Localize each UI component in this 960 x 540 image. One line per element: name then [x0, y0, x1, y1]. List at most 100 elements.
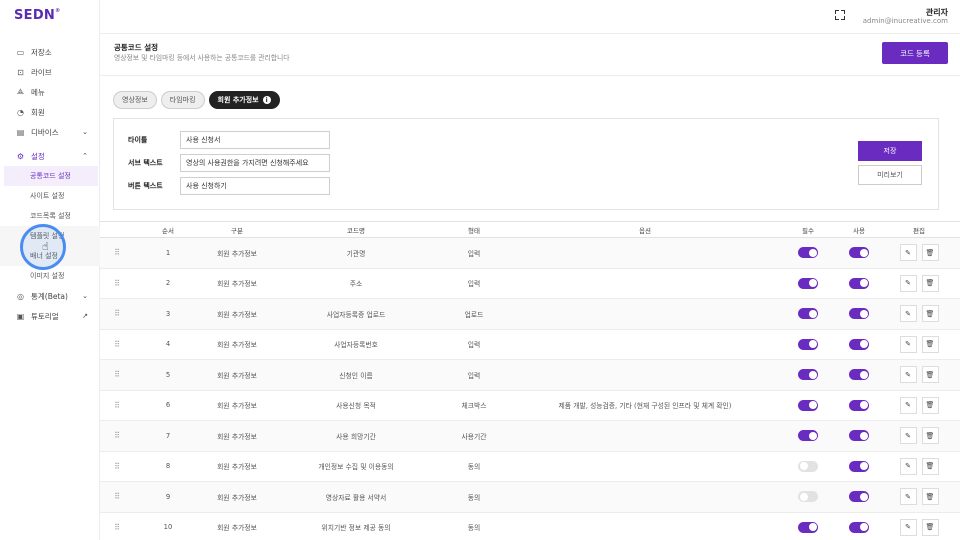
row-order: 9: [165, 492, 171, 501]
table-row[interactable]: ⠿ 8 회원 추가정보 개인정보 수집 및 이용동의 동의 ✎ 🗑: [100, 452, 960, 482]
delete-trash-icon[interactable]: 🗑: [921, 366, 939, 384]
table-body: ⠿ 1 회원 추가정보 기관명 입력 ✎ 🗑 ⠿ 2 회원 추가정보 주소 입력 ✎ 🗑 ⠿ 3 회원 추가정보…: [100, 238, 960, 540]
drag-handle-icon[interactable]: ⠿: [100, 462, 134, 471]
edit-pencil-icon[interactable]: ✎: [899, 366, 917, 384]
use-toggle[interactable]: [849, 491, 869, 503]
tab-time-marking[interactable]: 타임마킹: [160, 91, 205, 109]
table-row[interactable]: ⠿ 9 회원 추가정보 영상자료 활용 서약서 동의 ✎ 🗑: [100, 482, 960, 513]
delete-trash-icon[interactable]: 🗑: [921, 244, 939, 262]
sidebar-item-stats[interactable]: ◎ 통계(Beta) ⌄: [0, 286, 100, 306]
use-toggle[interactable]: [849, 399, 869, 411]
edit-pencil-icon[interactable]: ✎: [899, 335, 917, 353]
required-toggle[interactable]: [798, 521, 818, 533]
sidebar-sub-site[interactable]: 사이트 설정: [0, 186, 100, 206]
form-panel: 타이틀 서브 텍스트 버튼 텍스트 저장 미리보기: [113, 118, 939, 210]
edit-pencil-icon[interactable]: ✎: [899, 488, 917, 506]
sidebar-item-device[interactable]: ▤ 디바이스 ⌄: [0, 122, 100, 142]
table-row[interactable]: ⠿ 7 회원 추가정보 사용 희망기간 사용기간 ✎ 🗑: [100, 421, 960, 452]
row-category: 회원 추가정보: [217, 524, 257, 533]
drag-handle-icon[interactable]: ⠿: [100, 279, 134, 288]
use-toggle[interactable]: [849, 521, 869, 533]
row-type: 입력: [467, 341, 481, 350]
drag-handle-icon[interactable]: ⠿: [100, 431, 134, 440]
drag-handle-icon[interactable]: ⠿: [100, 401, 134, 410]
use-toggle[interactable]: [849, 338, 869, 350]
table-row[interactable]: ⠿ 2 회원 추가정보 주소 입력 ✎ 🗑: [100, 269, 960, 299]
delete-trash-icon[interactable]: 🗑: [921, 457, 939, 475]
edit-pencil-icon[interactable]: ✎: [899, 518, 917, 536]
row-type: 동의: [467, 463, 481, 472]
sidebar-item-tutorial[interactable]: ▣ 튜토리얼 ↗: [0, 306, 100, 326]
table-row[interactable]: ⠿ 3 회원 추가정보 사업자등록증 업로드 업로드 ✎ 🗑: [100, 299, 960, 330]
edit-pencil-icon[interactable]: ✎: [899, 427, 917, 445]
table-row[interactable]: ⠿ 10 회원 추가정보 위치기반 정보 제공 동의 동의 ✎ 🗑: [100, 513, 960, 540]
sidebar-item-menu[interactable]: ⟁ 메뉴: [0, 82, 100, 102]
drag-handle-icon[interactable]: ⠿: [100, 370, 134, 379]
delete-trash-icon[interactable]: 🗑: [921, 305, 939, 323]
button-text-input[interactable]: [180, 177, 330, 195]
header-type: 형태: [468, 226, 480, 235]
row-category: 회원 추가정보: [217, 341, 257, 350]
sidebar-sub-template[interactable]: 템플릿 설정: [0, 226, 100, 246]
sidebar-sub-image[interactable]: 이미지 설정: [0, 266, 100, 286]
save-button[interactable]: 저장: [858, 141, 922, 161]
tab-member-extra[interactable]: 회원 추가정보 i: [208, 91, 280, 109]
drag-handle-icon[interactable]: ⠿: [100, 340, 134, 349]
required-toggle[interactable]: [798, 460, 818, 472]
sidebar-sub-common-code[interactable]: 공통코드 설정: [4, 166, 98, 186]
required-toggle[interactable]: [798, 338, 818, 350]
drag-handle-icon[interactable]: ⠿: [100, 248, 134, 257]
drag-handle-icon[interactable]: ⠿: [100, 492, 134, 501]
sidebar-item-live[interactable]: ⊡ 라이브: [0, 62, 100, 82]
fullscreen-icon[interactable]: [835, 10, 845, 20]
delete-trash-icon[interactable]: 🗑: [921, 396, 939, 414]
drag-handle-icon[interactable]: ⠿: [100, 309, 134, 318]
app-logo[interactable]: SEDN®: [14, 8, 60, 23]
delete-trash-icon[interactable]: 🗑: [921, 274, 939, 292]
required-toggle[interactable]: [798, 399, 818, 411]
use-toggle[interactable]: [849, 430, 869, 442]
sidebar-item-member[interactable]: ◔ 회원: [0, 102, 100, 122]
sidebar-sub-banner[interactable]: 배너 설정: [0, 246, 100, 266]
required-toggle[interactable]: [798, 491, 818, 503]
settings-icon: ⚙: [16, 151, 25, 161]
table-row[interactable]: ⠿ 4 회원 추가정보 사업자등록번호 입력 ✎ 🗑: [100, 330, 960, 360]
required-toggle[interactable]: [798, 308, 818, 320]
delete-trash-icon[interactable]: 🗑: [921, 518, 939, 536]
delete-trash-icon[interactable]: 🗑: [921, 427, 939, 445]
required-toggle[interactable]: [798, 430, 818, 442]
table-row[interactable]: ⠿ 1 회원 추가정보 기관명 입력 ✎ 🗑: [100, 238, 960, 269]
tab-video-info[interactable]: 영상정보: [113, 91, 157, 109]
use-toggle[interactable]: [849, 277, 869, 289]
row-code-name: 주소: [349, 280, 363, 289]
preview-button[interactable]: 미리보기: [858, 165, 922, 185]
use-toggle[interactable]: [849, 308, 869, 320]
required-toggle[interactable]: [798, 369, 818, 381]
table-row[interactable]: ⠿ 6 회원 추가정보 사용신청 목적 체크박스 제품 개발, 성능검증, 기타 (현재 …: [100, 391, 960, 421]
row-type: 입력: [467, 249, 481, 258]
title-input[interactable]: [180, 131, 330, 149]
sidebar-sub-code-list[interactable]: 코드목록 설정: [0, 206, 100, 226]
table-row[interactable]: ⠿ 5 회원 추가정보 신청인 이름 입력 ✎ 🗑: [100, 360, 960, 391]
required-toggle[interactable]: [798, 247, 818, 259]
required-toggle[interactable]: [798, 277, 818, 289]
title-label: 타이틀: [128, 136, 148, 144]
edit-pencil-icon[interactable]: ✎: [899, 305, 917, 323]
sidebar-item-settings[interactable]: ⚙ 설정 ⌃: [0, 146, 100, 166]
sidebar-item-storage[interactable]: ▭ 저장소: [0, 42, 100, 62]
stats-icon: ◎: [17, 291, 24, 301]
edit-pencil-icon[interactable]: ✎: [899, 274, 917, 292]
use-toggle[interactable]: [849, 247, 869, 259]
edit-pencil-icon[interactable]: ✎: [899, 244, 917, 262]
row-code-name: 기관명: [346, 249, 366, 258]
edit-pencil-icon[interactable]: ✎: [899, 396, 917, 414]
delete-trash-icon[interactable]: 🗑: [921, 488, 939, 506]
edit-pencil-icon[interactable]: ✎: [899, 457, 917, 475]
form-row-subtext: 서브 텍스트: [128, 154, 330, 172]
use-toggle[interactable]: [849, 460, 869, 472]
use-toggle[interactable]: [849, 369, 869, 381]
subtext-input[interactable]: [180, 154, 330, 172]
delete-trash-icon[interactable]: 🗑: [921, 335, 939, 353]
register-code-button[interactable]: 코드 등록: [882, 42, 948, 64]
drag-handle-icon[interactable]: ⠿: [100, 523, 134, 532]
